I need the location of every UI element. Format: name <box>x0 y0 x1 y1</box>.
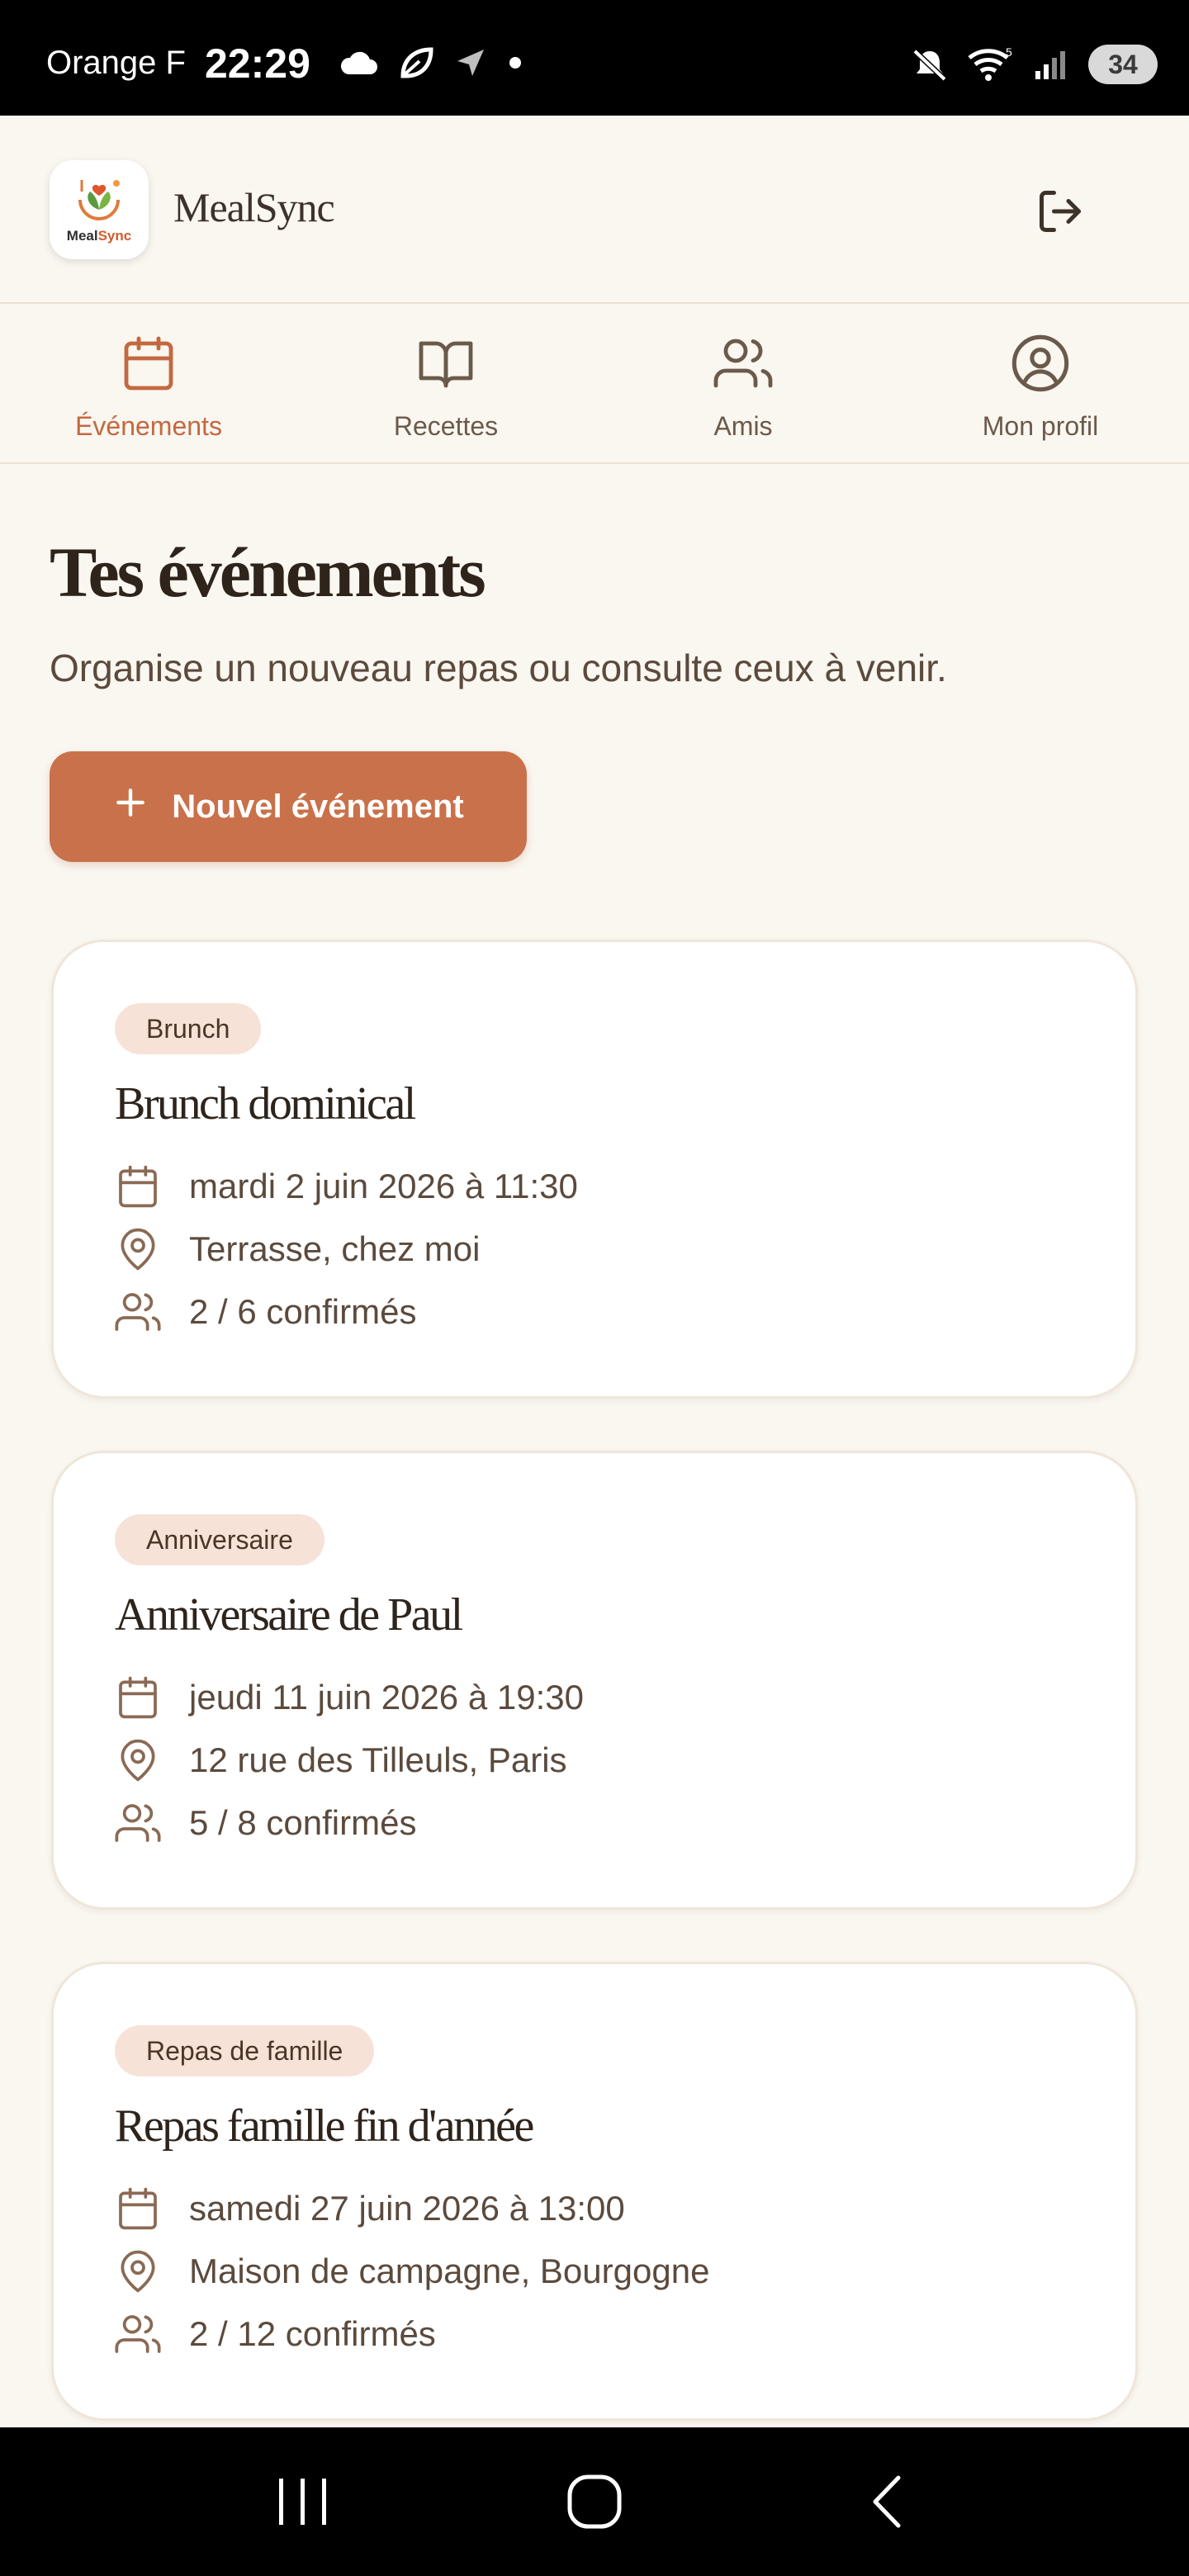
signal-icon <box>1035 51 1065 79</box>
event-date-row: jeudi 11 juin 2026 à 19:30 <box>113 1673 584 1722</box>
calendar-icon <box>113 2184 163 2233</box>
system-nav-bar <box>0 2427 1189 2576</box>
svg-text:5: 5 <box>1006 46 1012 59</box>
event-card[interactable]: Anniversaire Anniversaire de Paul jeudi … <box>51 1451 1138 1910</box>
event-location: Terrasse, chez moi <box>189 1229 481 1268</box>
event-confirmed: 2 / 12 confirmés <box>189 2314 436 2353</box>
page-title: Tes événements <box>50 533 486 612</box>
logout-button[interactable] <box>1030 182 1090 241</box>
event-title: Anniversaire de Paul <box>115 1589 463 1641</box>
wifi-icon: 5 <box>968 46 1012 81</box>
event-date: samedi 27 juin 2026 à 13:00 <box>189 2189 625 2228</box>
event-type-badge: Anniversaire <box>115 1514 324 1565</box>
mute-icon <box>912 49 947 82</box>
battery-indicator: 34 <box>1088 45 1158 84</box>
recent-apps-button[interactable] <box>245 2460 361 2543</box>
event-confirmed: 5 / 8 confirmés <box>189 1803 417 1842</box>
event-confirmed-row: 5 / 8 confirmés <box>113 1798 416 1848</box>
tab-mon-profil-label: Mon profil <box>982 411 1099 441</box>
users-icon <box>710 330 776 396</box>
tab-mon-profil[interactable]: Mon profil <box>892 305 1189 462</box>
app-logo: MealSync <box>50 160 149 259</box>
map-pin-icon <box>113 2247 163 2296</box>
status-icons-right: 5 34 <box>912 45 1158 84</box>
user-circle-icon <box>1007 330 1073 396</box>
status-bar: Orange F 22:29 5 34 <box>0 0 1189 116</box>
home-button[interactable] <box>537 2460 652 2543</box>
event-location: Maison de campagne, Bourgogne <box>189 2252 710 2290</box>
event-type-badge: Brunch <box>115 1003 262 1054</box>
clock: 22:29 <box>205 40 310 87</box>
event-card[interactable]: Brunch Brunch dominical mardi 2 juin 202… <box>51 940 1138 1399</box>
main-nav: Événements Recettes Amis Mon profil <box>0 305 1189 464</box>
event-date: mardi 2 juin 2026 à 11:30 <box>189 1167 578 1205</box>
home-icon <box>567 2474 622 2529</box>
users-icon <box>113 1798 163 1848</box>
calendar-icon <box>113 1162 163 1211</box>
event-title: Repas famille fin d'année <box>115 2100 534 2152</box>
back-icon <box>873 2475 901 2528</box>
location-arrow-icon <box>457 50 484 76</box>
event-date-row: mardi 2 juin 2026 à 11:30 <box>113 1162 578 1211</box>
map-pin-icon <box>113 1735 163 1785</box>
event-date-row: samedi 27 juin 2026 à 13:00 <box>113 2184 625 2233</box>
tab-amis-label: Amis <box>713 411 773 441</box>
event-confirmed-row: 2 / 6 confirmés <box>113 1287 416 1337</box>
page-subtitle: Organise un nouveau repas ou consulte ce… <box>50 646 947 689</box>
tab-recettes[interactable]: Recettes <box>297 305 594 462</box>
event-location-row: Terrasse, chez moi <box>113 1224 480 1274</box>
dot-icon <box>509 57 521 69</box>
book-icon <box>413 330 479 396</box>
status-icons-left <box>339 46 523 79</box>
event-location: 12 rue des Tilleuls, Paris <box>189 1740 567 1779</box>
event-title: Brunch dominical <box>115 1078 416 1129</box>
tab-evenements-label: Événements <box>75 411 222 441</box>
event-confirmed-row: 2 / 12 confirmés <box>113 2309 436 2359</box>
mealsync-logo-icon <box>78 180 120 220</box>
cloud-icon <box>340 51 377 74</box>
map-pin-icon <box>113 1224 163 1274</box>
users-icon <box>113 1287 163 1337</box>
users-icon <box>113 2309 163 2359</box>
logout-icon <box>1040 191 1081 232</box>
app-title: MealSync <box>173 184 335 230</box>
tab-evenements[interactable]: Événements <box>0 305 297 462</box>
back-button[interactable] <box>828 2460 944 2543</box>
event-type-badge: Repas de famille <box>115 2025 375 2076</box>
event-confirmed: 2 / 6 confirmés <box>189 1292 417 1331</box>
new-event-label: Nouvel événement <box>172 788 464 825</box>
leaf-icon <box>400 47 433 78</box>
app-header: MealSync MealSync <box>0 116 1189 304</box>
new-event-button[interactable]: Nouvel événement <box>50 751 527 862</box>
tab-amis[interactable]: Amis <box>594 305 892 462</box>
event-location-row: Maison de campagne, Bourgogne <box>113 2247 709 2296</box>
carrier-label: Orange F <box>46 45 186 81</box>
event-location-row: 12 rue des Tilleuls, Paris <box>113 1735 567 1785</box>
recent-apps-icon <box>278 2479 326 2525</box>
tab-recettes-label: Recettes <box>393 411 499 441</box>
event-date: jeudi 11 juin 2026 à 19:30 <box>189 1678 584 1717</box>
plus-icon <box>112 779 149 829</box>
event-card[interactable]: Repas de famille Repas famille fin d'ann… <box>51 1962 1138 2421</box>
logo-text: MealSync <box>66 228 132 244</box>
calendar-icon <box>116 330 182 396</box>
calendar-icon <box>113 1673 163 1722</box>
